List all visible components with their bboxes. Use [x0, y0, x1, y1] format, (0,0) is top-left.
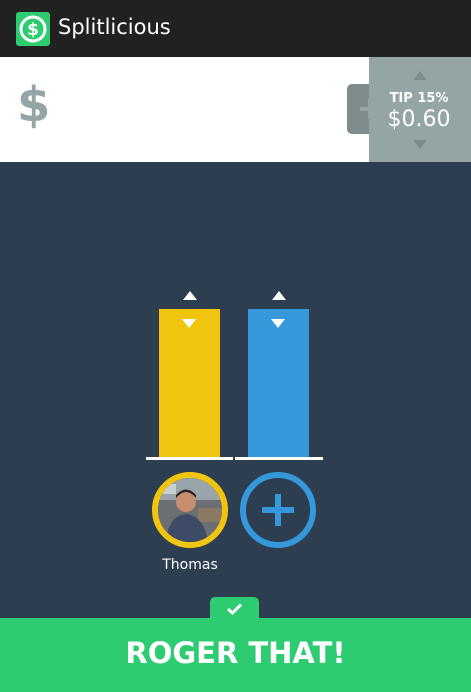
- bar-baseline: [235, 457, 323, 460]
- share-bar-unassigned[interactable]: [248, 309, 309, 458]
- share-decrease-arrow[interactable]: [182, 319, 196, 328]
- app-title: Splitlicious: [58, 15, 171, 39]
- confirm-button[interactable]: ROGER THAT!: [0, 618, 471, 692]
- plus-icon: [262, 494, 294, 526]
- tip-decrease-arrow[interactable]: [413, 140, 427, 149]
- split-area: Thomas: [0, 162, 471, 618]
- bill-amount-row[interactable]: $ TIP 15% $0.60: [0, 57, 471, 162]
- tip-increase-arrow[interactable]: [413, 71, 427, 80]
- person-name-label: Thomas: [162, 557, 218, 573]
- svg-text:$: $: [27, 20, 39, 40]
- app-title-bar: $ Splitlicious: [0, 0, 471, 57]
- add-person-button[interactable]: [240, 472, 316, 548]
- share-bar-thomas[interactable]: [159, 309, 220, 458]
- tip-amount: $0.60: [387, 107, 451, 132]
- currency-symbol: $: [17, 77, 51, 133]
- share-decrease-arrow[interactable]: [271, 319, 285, 328]
- avatar-thomas[interactable]: [152, 472, 228, 548]
- tip-panel[interactable]: TIP 15% $0.60: [369, 57, 471, 162]
- share-increase-arrow[interactable]: [272, 291, 286, 300]
- tip-percentage-label: TIP 15%: [389, 91, 449, 106]
- person-photo: [158, 478, 222, 542]
- dollar-coin-icon: $: [16, 12, 50, 46]
- confirm-label: ROGER THAT!: [125, 636, 346, 670]
- bar-baseline: [146, 457, 233, 460]
- share-increase-arrow[interactable]: [183, 291, 197, 300]
- checkmark-icon: [227, 603, 242, 615]
